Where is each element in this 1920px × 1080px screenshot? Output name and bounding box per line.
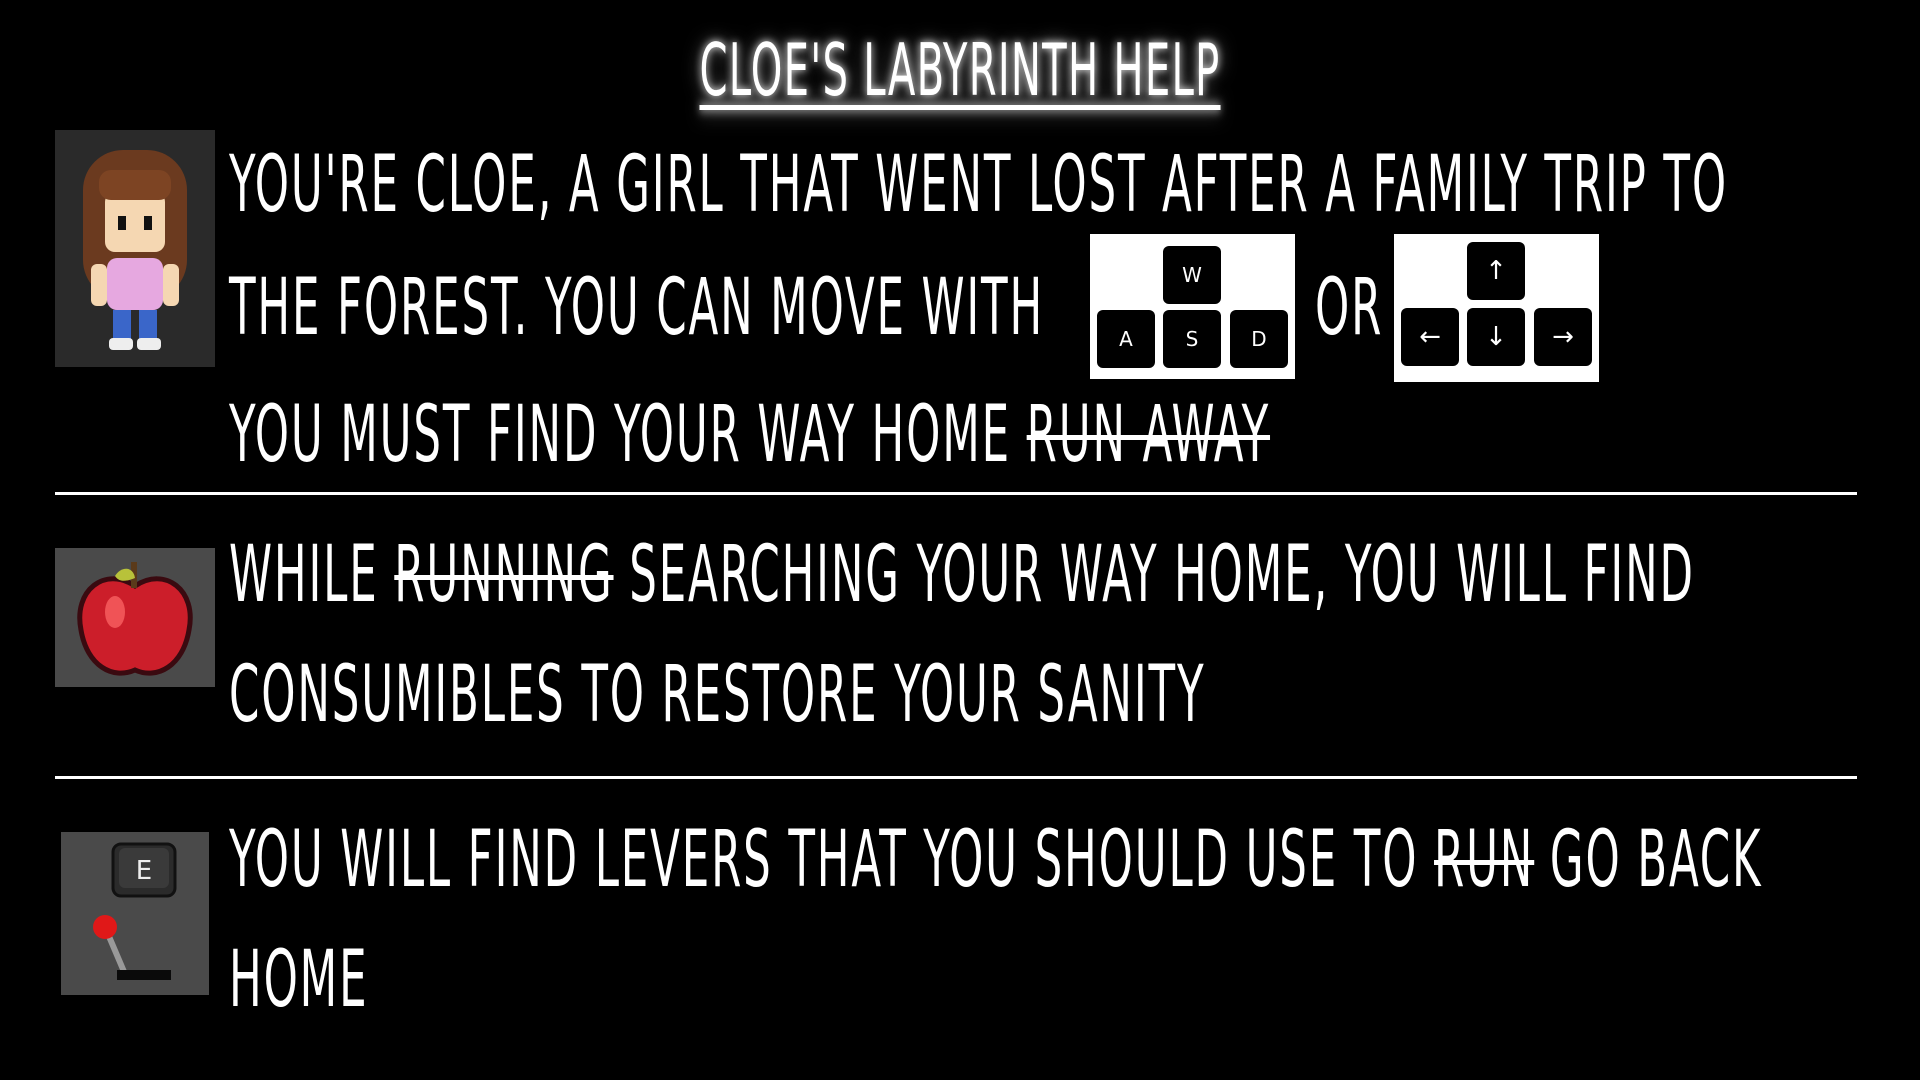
apple-consumable-icon — [55, 548, 215, 687]
consumables-line-1-end: searching your way home, you will find — [629, 530, 1695, 620]
intro-line-3-text: You must find your way home — [229, 390, 1011, 480]
levers-line-2: home — [229, 935, 369, 1025]
levers-line-1-start: You will find levers that you should use… — [229, 815, 1419, 905]
intro-line-3-strikethrough: run away — [1026, 390, 1271, 480]
consumables-line-1: While running searching your way home, y… — [229, 530, 1695, 620]
intro-line-1: You're Cloe, a girl that went lost after… — [229, 140, 1728, 230]
arrow-down-key-icon: ↓ — [1467, 308, 1525, 366]
levers-line-1: You will find levers that you should use… — [229, 815, 1762, 905]
page-title: Cloe's Labyrinth Help — [699, 28, 1221, 112]
section-divider-1 — [55, 492, 1857, 495]
or-label: or — [1315, 263, 1384, 353]
consumables-line-2: consumibles to restore your sanity — [229, 650, 1206, 740]
w-key-icon: W — [1163, 246, 1221, 304]
e-key-label: E — [136, 856, 152, 886]
levers-line-1-strikethrough: run — [1434, 815, 1535, 905]
levers-line-1-end: go back — [1549, 815, 1763, 905]
wasd-keys-panel: W A S D — [1090, 234, 1295, 379]
arrow-right-key-icon: → — [1534, 308, 1592, 366]
d-key-icon: D — [1230, 310, 1288, 368]
arrow-left-key-icon: ← — [1401, 308, 1459, 366]
a-key-icon: A — [1097, 310, 1155, 368]
intro-line-2: the forest. You can move with — [229, 263, 1045, 353]
consumables-line-1-start: While — [229, 530, 379, 620]
section-divider-2 — [55, 776, 1857, 779]
arrow-up-key-icon: ↑ — [1467, 242, 1525, 300]
intro-line-3: You must find your way home run away — [229, 390, 1270, 480]
lever-icon: E — [61, 832, 209, 995]
arrow-keys-panel: ↑ ← ↓ → — [1394, 234, 1599, 382]
s-key-icon: S — [1163, 310, 1221, 368]
consumables-line-1-strikethrough: running — [394, 530, 614, 620]
cloe-character-icon — [55, 130, 215, 367]
